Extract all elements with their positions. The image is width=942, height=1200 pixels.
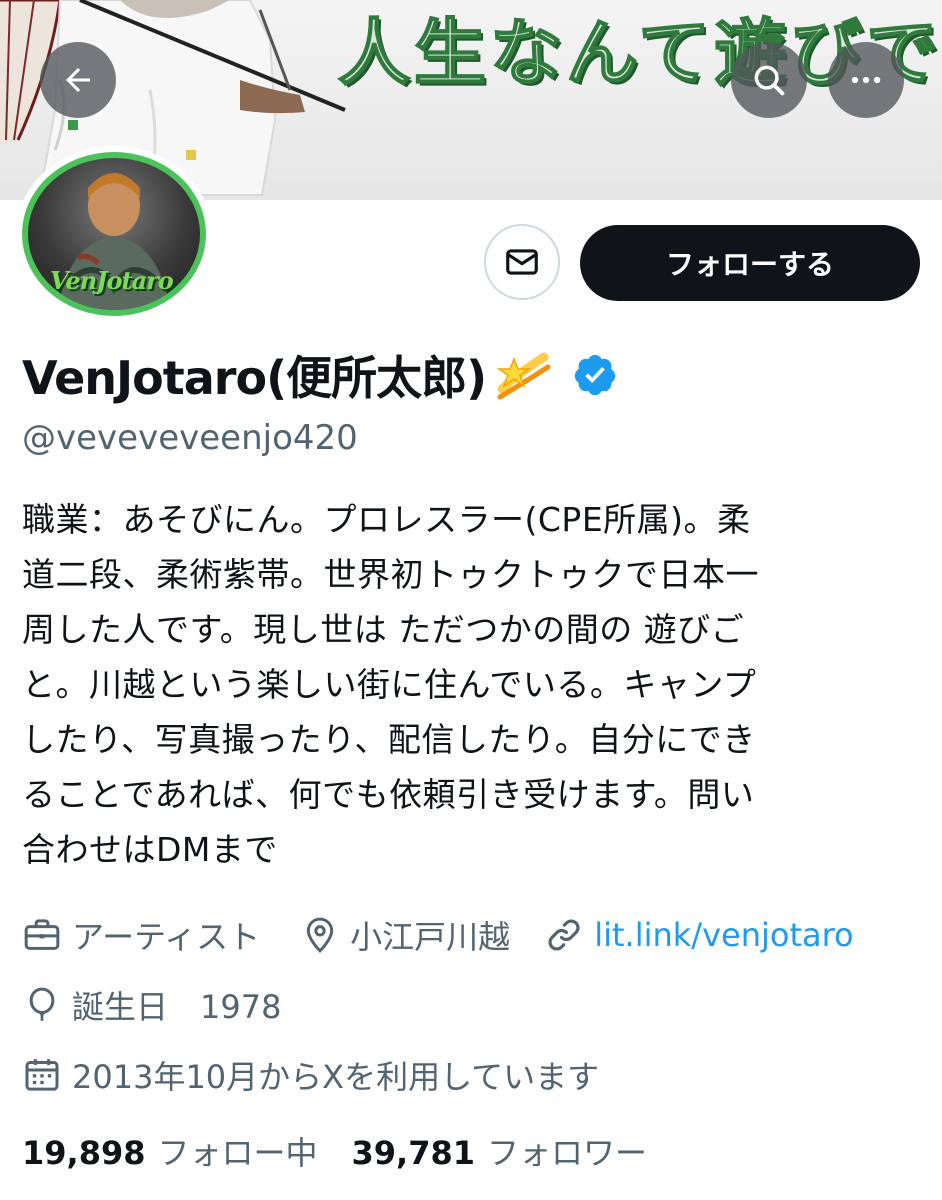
website-link[interactable]: lit.link/venjotaro — [594, 916, 853, 954]
bio-line: と。川越という楽しい街に住んでいる。キャンプ — [22, 665, 757, 704]
profile-meta-row-1: アーティスト 小江戸川越 lit.link/venjotaro — [22, 910, 854, 960]
following-count: 19,898 — [22, 1134, 146, 1172]
birthday-item: 誕生日 1978 — [22, 982, 281, 1028]
search-button[interactable] — [731, 42, 807, 118]
following-stat[interactable]: 19,898 フォロー中 — [22, 1128, 318, 1174]
link-icon — [548, 919, 580, 951]
bio-line: 職業：あそびにん。プロレスラー(CPE所属)。柔 — [22, 500, 751, 539]
category-item: アーティスト — [22, 912, 260, 958]
verified-badge-icon[interactable] — [572, 352, 618, 398]
more-button[interactable] — [828, 42, 904, 118]
profile-meta-row-3: 2013年10月からXを利用しています — [22, 1050, 599, 1100]
followers-count: 39,781 — [351, 1134, 475, 1172]
balloon-icon — [29, 987, 55, 1021]
followers-stat[interactable]: 39,781 フォロワー — [352, 1128, 648, 1174]
bio-line: したり、写真撮ったり、配信したり。自分にでき — [22, 720, 756, 759]
calendar-icon — [25, 1059, 59, 1091]
location-item: 小江戸川越 — [300, 912, 510, 958]
arrow-left-icon — [66, 68, 90, 92]
avatar[interactable]: VenJotaro — [16, 146, 212, 322]
back-button[interactable] — [40, 42, 116, 118]
bio-line: ることであれば、何でも依頼引き受けます。問い — [22, 775, 755, 814]
bio-line: 道二段、柔術紫帯。世界初トゥクトゥクで日本一 — [22, 555, 759, 594]
follow-button[interactable]: フォローする — [580, 225, 920, 301]
birthday-label: 誕生日 1978 — [72, 988, 282, 1026]
mail-icon — [506, 249, 538, 275]
following-label: フォロー中 — [157, 1134, 318, 1172]
followers-label: フォロワー — [486, 1134, 647, 1172]
more-horizontal-icon — [851, 76, 881, 84]
user-handle: @veveveveenjo420 — [22, 418, 358, 458]
name-row: VenJotaro(便所太郎) — [22, 340, 618, 410]
website-item[interactable]: lit.link/venjotaro — [544, 915, 854, 955]
joined-item: 2013年10月からXを利用しています — [22, 1052, 599, 1098]
category-label: アーティスト — [72, 918, 261, 956]
avatar-photo: VenJotaro — [22, 152, 206, 316]
message-button[interactable] — [484, 224, 560, 300]
bio-line: 合わせはDMまで — [22, 830, 278, 869]
dizzy-star-emoji — [496, 352, 551, 400]
avatar-logo-text: VenJotaro — [50, 266, 174, 295]
bio: 職業：あそびにん。プロレスラー(CPE所属)。柔 道二段、柔術紫帯。世界初トゥク… — [22, 492, 922, 877]
follow-stats: 19,898 フォロー中 39,781 フォロワー — [22, 1126, 647, 1176]
location-pin-icon — [307, 917, 334, 953]
location-label: 小江戸川越 — [350, 918, 511, 956]
search-icon — [754, 65, 785, 96]
bio-line: 周した人です。現し世は ただつかの間の 遊びご — [22, 610, 745, 649]
display-name: VenJotaro(便所太郎) — [22, 351, 487, 405]
joined-label: 2013年10月からXを利用しています — [72, 1058, 600, 1096]
briefcase-icon — [24, 919, 60, 950]
profile-meta-row-2: 誕生日 1978 — [22, 980, 281, 1030]
